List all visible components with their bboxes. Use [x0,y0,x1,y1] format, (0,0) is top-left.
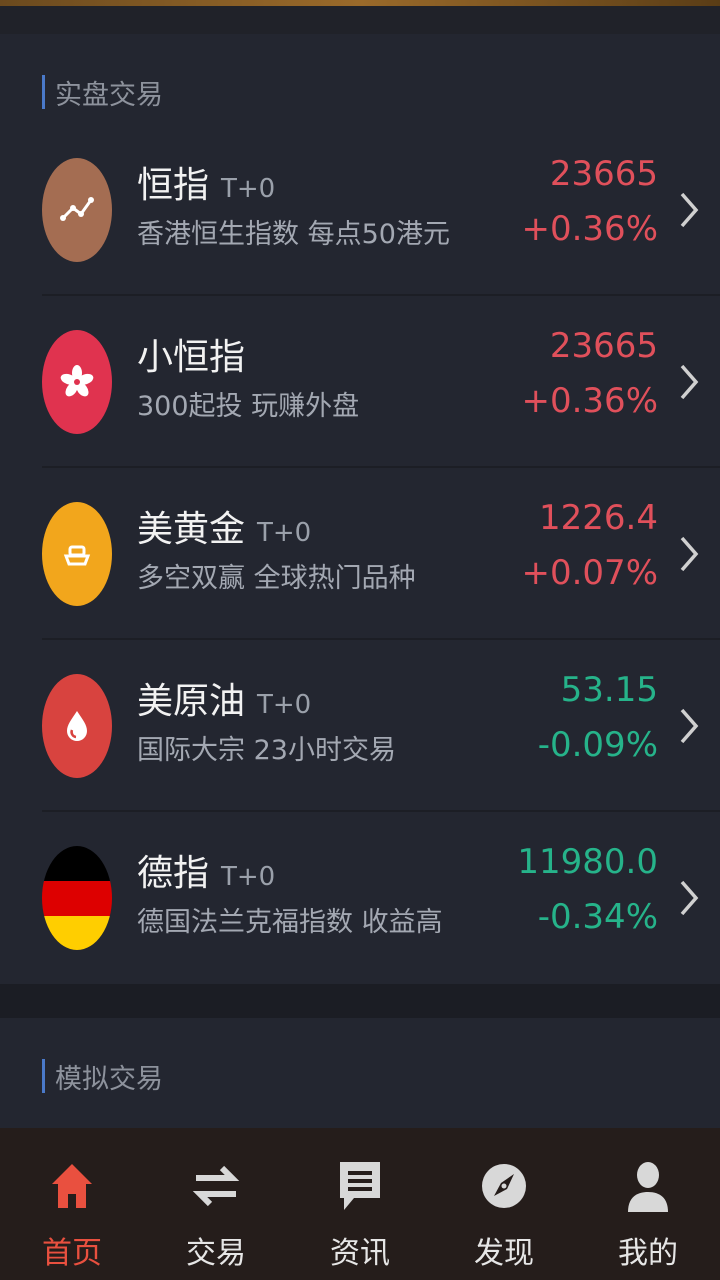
market-tag: T+0 [257,518,312,548]
market-tag: T+0 [221,862,276,892]
market-price: 53.15 [560,670,658,710]
tab-label: 交易 [186,1236,246,1271]
market-price: 23665 [549,154,658,194]
section-gap [0,984,720,1018]
market-change: +0.36% [521,209,659,249]
tab-label: 发现 [474,1236,534,1271]
market-name-text: 小恒指 [137,337,246,378]
market-name-text: 美黄金 [137,509,246,550]
market-name: 美黄金 T+0 [137,500,311,552]
message-icon [336,1154,384,1218]
section-title-text: 模拟交易 [55,1063,163,1095]
market-row-mini-hsi[interactable]: 小恒指 300起投 玩赚外盘 23665 +0.36% [0,296,720,468]
user-icon [624,1154,672,1218]
real-trading-section: 实盘交易 恒指 T+0 香港恒生指数 每点50港元 23665 +0.36% 小… [0,34,720,984]
home-icon [48,1154,96,1218]
chevron-right-icon [680,536,699,572]
section-title-text: 实盘交易 [55,79,163,111]
simulated-trading-section: 模拟交易 [0,1018,720,1128]
market-name-text: 恒指 [137,165,210,206]
market-change: +0.36% [521,381,659,421]
germany-flag-icon [42,846,112,950]
tab-profile[interactable]: 我的 [576,1128,720,1280]
market-price: 11980.0 [517,842,658,882]
oil-drop-icon [42,674,112,778]
market-name-text: 德指 [137,853,210,894]
section-marker [42,75,45,109]
tab-label: 资讯 [330,1236,390,1271]
market-tag: T+0 [221,174,276,204]
bauhinia-flower-icon [42,330,112,434]
section-title-real: 实盘交易 [42,74,163,111]
market-description: 国际大宗 23小时交易 [137,735,396,766]
bottom-tab-bar: 首页 交易 资讯 发现 我的 [0,1128,720,1280]
market-change: -0.09% [537,725,658,765]
tab-home[interactable]: 首页 [0,1128,144,1280]
market-row-hsi[interactable]: 恒指 T+0 香港恒生指数 每点50港元 23665 +0.36% [0,124,720,296]
compass-icon [480,1154,528,1218]
chevron-right-icon [680,192,699,228]
tab-news[interactable]: 资讯 [288,1128,432,1280]
market-row-dax[interactable]: 德指 T+0 德国法兰克福指数 收益高 11980.0 -0.34% [0,812,720,984]
market-row-gold[interactable]: 美黄金 T+0 多空双赢 全球热门品种 1226.4 +0.07% [0,468,720,640]
chevron-right-icon [680,364,699,400]
market-description: 300起投 玩赚外盘 [137,391,360,422]
tab-label: 首页 [42,1236,102,1271]
chart-icon [42,158,112,262]
market-price: 23665 [549,326,658,366]
market-change: -0.34% [537,897,658,937]
tab-label: 我的 [618,1236,678,1271]
market-description: 德国法兰克福指数 收益高 [137,907,443,938]
tab-discover[interactable]: 发现 [432,1128,576,1280]
market-tag: T+0 [257,690,312,720]
market-name-text: 美原油 [137,681,246,722]
market-row-crude-oil[interactable]: 美原油 T+0 国际大宗 23小时交易 53.15 -0.09% [0,640,720,812]
exchange-arrows-icon [192,1154,240,1218]
market-description: 多空双赢 全球热门品种 [137,563,416,594]
section-title-simulated: 模拟交易 [42,1058,163,1095]
market-price: 1226.4 [539,498,658,538]
top-band [0,6,720,34]
chevron-right-icon [680,880,699,916]
chevron-right-icon [680,708,699,744]
market-change: +0.07% [521,553,659,593]
section-marker [42,1059,45,1093]
tab-trade[interactable]: 交易 [144,1128,288,1280]
market-name: 恒指 T+0 [137,156,275,208]
market-description: 香港恒生指数 每点50港元 [137,219,450,250]
market-name: 美原油 T+0 [137,672,311,724]
market-name: 德指 T+0 [137,844,275,896]
market-name: 小恒指 [137,328,257,380]
gold-ingot-icon [42,502,112,606]
